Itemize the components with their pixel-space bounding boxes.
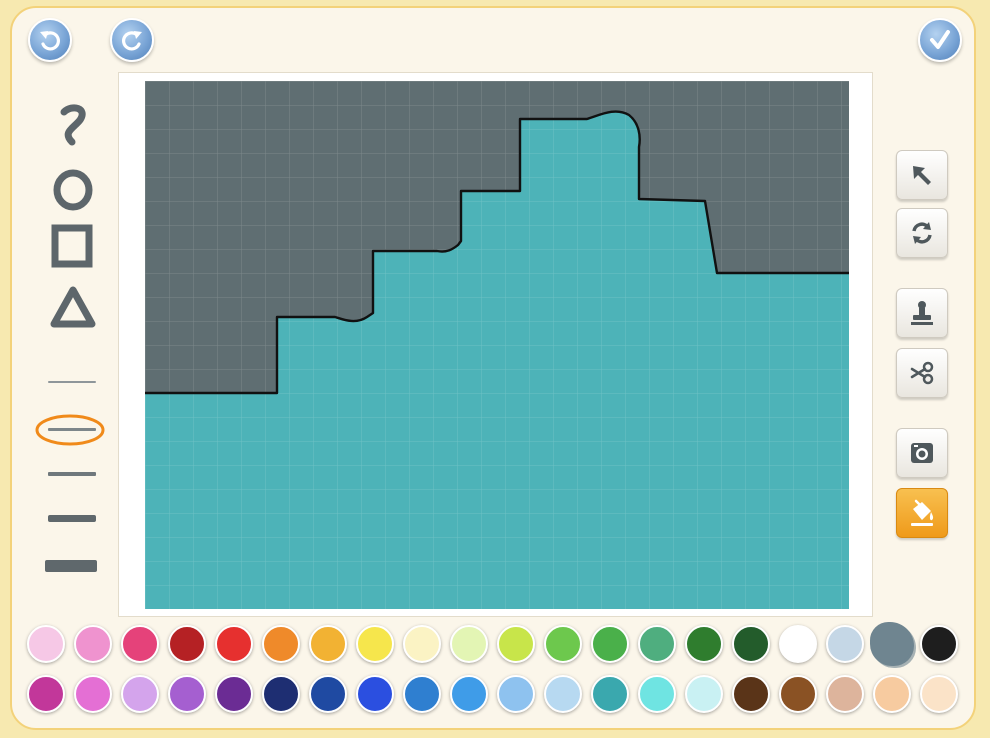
undo-arrow-icon [40, 31, 60, 51]
color-swatch[interactable] [215, 625, 253, 663]
scissors-tool-button[interactable] [896, 348, 948, 398]
color-swatch[interactable] [920, 675, 958, 713]
color-swatch[interactable] [920, 625, 958, 663]
color-swatch[interactable] [215, 675, 253, 713]
selection-circle-icon [35, 414, 105, 446]
undo-button[interactable] [28, 18, 72, 62]
color-swatch[interactable] [779, 625, 817, 663]
scissors-icon [910, 361, 934, 385]
color-swatch[interactable] [450, 625, 488, 663]
color-swatch[interactable] [262, 625, 300, 663]
color-swatch-selected[interactable] [873, 625, 911, 663]
triangle-icon [50, 286, 96, 328]
line-width-medium[interactable] [46, 466, 98, 482]
redo-button[interactable] [110, 18, 154, 62]
checkmark-icon [930, 30, 950, 49]
grid-overlay [145, 81, 849, 609]
color-swatch[interactable] [826, 625, 864, 663]
color-swatch[interactable] [403, 675, 441, 713]
color-swatch[interactable] [638, 625, 676, 663]
color-swatch[interactable] [309, 675, 347, 713]
color-swatch[interactable] [544, 625, 582, 663]
color-swatch[interactable] [544, 675, 582, 713]
color-swatch[interactable] [450, 675, 488, 713]
paint-bucket-icon [911, 499, 934, 526]
drawing-canvas[interactable] [118, 72, 873, 617]
rectangle-icon [51, 224, 93, 268]
select-arrow-icon [913, 166, 931, 185]
select-tool-button[interactable] [896, 150, 948, 200]
color-swatch[interactable] [262, 675, 300, 713]
triangle-tool[interactable] [48, 284, 98, 335]
stamp-tool-button[interactable] [896, 288, 948, 338]
ellipse-icon [53, 169, 93, 211]
color-swatch[interactable] [732, 625, 770, 663]
color-swatch[interactable] [497, 675, 535, 713]
canvas-drawing[interactable] [145, 81, 849, 609]
camera-icon [911, 443, 933, 463]
color-swatch[interactable] [497, 625, 535, 663]
color-swatch[interactable] [168, 625, 206, 663]
color-swatch[interactable] [732, 675, 770, 713]
color-swatch[interactable] [873, 675, 911, 713]
line-sample [48, 381, 96, 383]
done-button[interactable] [918, 18, 962, 62]
rotate-icon [912, 222, 932, 244]
color-swatch[interactable] [685, 625, 723, 663]
color-swatch[interactable] [356, 675, 394, 713]
line-width-extra-thin[interactable] [46, 374, 98, 390]
ellipse-tool[interactable] [48, 166, 98, 219]
color-swatch[interactable] [591, 625, 629, 663]
camera-tool-button[interactable] [896, 428, 948, 478]
stamp-icon [911, 301, 933, 325]
color-swatch[interactable] [685, 675, 723, 713]
line-sample [48, 515, 96, 522]
redo-arrow-icon [122, 31, 142, 51]
line-width-thick[interactable] [46, 510, 98, 528]
rotate-tool-button[interactable] [896, 208, 948, 258]
color-swatch[interactable] [121, 625, 159, 663]
freehand-tool[interactable] [48, 102, 98, 155]
color-swatch[interactable] [403, 625, 441, 663]
color-swatch[interactable] [121, 675, 159, 713]
line-width-thin[interactable] [34, 412, 106, 448]
color-swatch[interactable] [356, 625, 394, 663]
color-swatch[interactable] [74, 675, 112, 713]
color-swatch[interactable] [74, 625, 112, 663]
color-swatch[interactable] [168, 675, 206, 713]
rectangle-tool[interactable] [48, 222, 98, 275]
color-swatch[interactable] [779, 675, 817, 713]
color-swatch[interactable] [27, 675, 65, 713]
paint-bucket-tool-button[interactable] [896, 488, 948, 538]
line-width-extra-thick[interactable] [44, 556, 98, 578]
color-swatch[interactable] [309, 625, 347, 663]
color-swatch[interactable] [591, 675, 629, 713]
color-swatch[interactable] [826, 675, 864, 713]
line-sample [45, 560, 97, 572]
color-swatch[interactable] [638, 675, 676, 713]
freehand-icon [60, 104, 86, 146]
color-swatch[interactable] [27, 625, 65, 663]
line-sample [48, 472, 96, 476]
